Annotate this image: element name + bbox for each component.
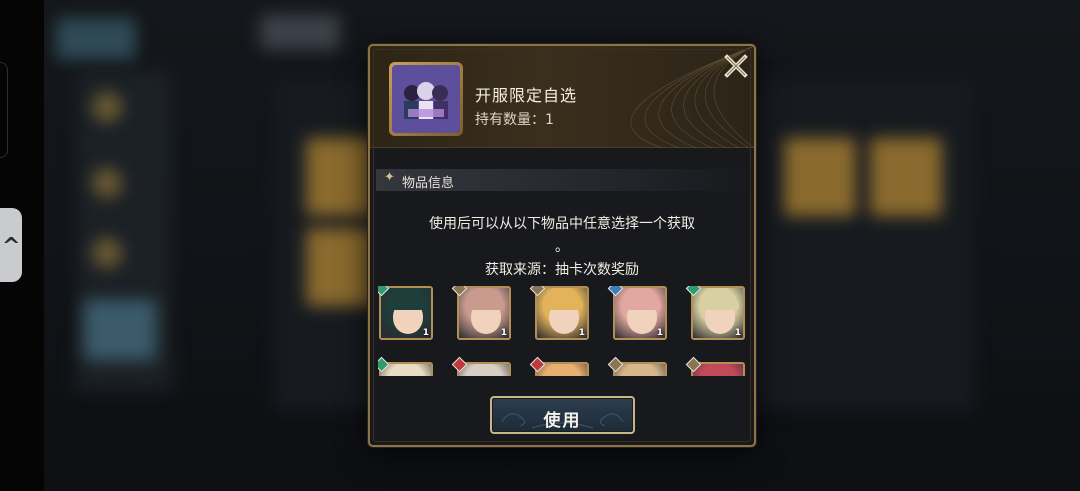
portrait-fringe: [467, 298, 505, 310]
item-info-dialog: 开服限定自选 持有数量：1 ✦ 物品信息 使用后可以从以下物品中任意选择一个获取…: [368, 44, 756, 447]
item-icon: [392, 65, 460, 133]
portrait-fringe: [545, 298, 583, 310]
section-header: ✦ 物品信息: [376, 169, 748, 191]
item-icon-frame: [389, 62, 463, 136]
candidate-portrait[interactable]: 1: [457, 286, 511, 340]
portrait-fringe: [701, 298, 739, 310]
background-sidebar-icon: [92, 92, 122, 122]
section-title: 物品信息: [402, 176, 455, 191]
background-sidebar-icon: [92, 168, 122, 198]
background-card: [784, 138, 856, 216]
background-sidebar-selected: [84, 300, 156, 360]
candidate-portrait[interactable]: 1: [691, 286, 745, 340]
use-button[interactable]: 使用: [490, 396, 635, 434]
chevron-up-icon: ^: [2, 234, 21, 259]
item-name: 开服限定自选: [475, 86, 578, 105]
sparkle-icon: ✦: [384, 170, 395, 185]
portrait-fringe: [389, 298, 427, 310]
device-notch: [0, 62, 8, 158]
close-icon: [724, 54, 748, 78]
dialog-header: 开服限定自选 持有数量：1: [370, 46, 754, 148]
candidate-portrait[interactable]: 1: [379, 286, 433, 340]
portrait-number: 1: [734, 328, 741, 338]
background-title: [260, 14, 340, 50]
portrait-number: 1: [422, 328, 429, 338]
portrait-number: 1: [500, 328, 507, 338]
portrait-fringe: [623, 298, 661, 310]
use-button-label: 使用: [543, 411, 582, 431]
device-edge: ^: [0, 0, 44, 491]
candidate-portrait[interactable]: 1: [535, 286, 589, 340]
portrait-number: 1: [656, 328, 663, 338]
item-description: 使用后可以从以下物品中任意选择一个获取: [429, 216, 695, 232]
background-tab: [56, 18, 136, 60]
background-sidebar-icon: [92, 238, 122, 268]
candidate-portrait[interactable]: 1: [613, 286, 667, 340]
side-drawer-handle[interactable]: ^: [0, 208, 22, 282]
item-description-end: 。: [555, 239, 569, 255]
portrait-number: 1: [578, 328, 585, 338]
item-quantity: 持有数量：1: [475, 112, 554, 128]
candidate-grid[interactable]: 1 1 1 1 1: [378, 286, 748, 376]
item-source: 获取来源：抽卡次数奖励: [485, 262, 639, 278]
background-card: [870, 138, 942, 216]
close-button[interactable]: [722, 52, 750, 80]
